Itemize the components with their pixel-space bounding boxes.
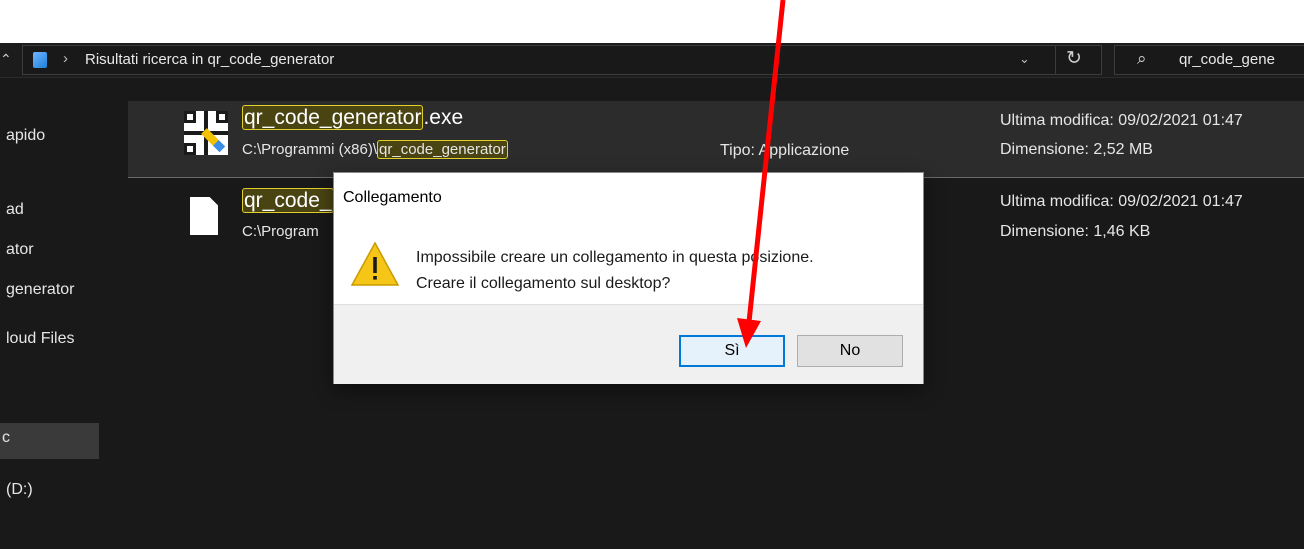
document-icon (190, 197, 218, 235)
up-arrow-icon[interactable]: ⌃ (0, 51, 12, 68)
sidebar-item-download[interactable]: ad (6, 201, 24, 219)
file-name[interactable]: qr_code_ (242, 188, 334, 213)
sidebar-item-accesso-rapido[interactable]: apido (6, 127, 45, 145)
sidebar-item-qr-code-generator-2[interactable]: generator (6, 281, 75, 299)
search-highlight: qr_code_ (242, 188, 334, 213)
shortcut-dialog: Collegamento Impossibile creare un colle… (333, 172, 924, 384)
navigation-pane: apido ad ator generator loud Files c (D:… (0, 77, 100, 549)
qr-finder-pattern (184, 111, 196, 123)
search-box[interactable]: ⌕ qr_code_gene (1114, 45, 1304, 75)
file-modified: Ultima modifica: 09/02/2021 01:47 (1000, 112, 1243, 129)
file-path: C:\Programmi (x86)\ qr_code_generator (242, 140, 508, 159)
file-path: C:\Program (242, 223, 319, 240)
dialog-title: Collegamento (343, 189, 442, 206)
file-size: Dimensione: 2,52 MB (1000, 141, 1153, 158)
file-type: Tipo: Applicazione (720, 142, 850, 159)
search-icon: ⌕ (1137, 49, 1147, 68)
qr-code-app-icon (184, 111, 228, 155)
sidebar-item-selected-label: c (2, 429, 10, 446)
refresh-icon[interactable]: ↻ (1066, 47, 1082, 70)
qr-finder-pattern (216, 111, 228, 123)
sidebar-item-qr-code-generator-1[interactable]: ator (6, 241, 34, 259)
folder-icon (33, 52, 47, 68)
sidebar-item-selected[interactable] (0, 423, 99, 459)
search-highlight: qr_code_generator (242, 105, 424, 130)
breadcrumb-separator-icon[interactable]: › (63, 50, 68, 67)
dialog-message-line-2: Creare il collegamento sul desktop? (416, 275, 671, 292)
search-highlight: qr_code_generator (377, 140, 508, 159)
address-bar: ⌃ › Risultati ricerca in qr_code_generat… (0, 43, 1304, 78)
pencil-icon (201, 128, 226, 153)
list-item[interactable]: qr_code_generator.exe C:\Programmi (x86)… (128, 101, 1304, 178)
chevron-down-icon[interactable]: ⌄ (1019, 51, 1030, 67)
sidebar-item-drive-d[interactable]: (D:) (6, 481, 33, 499)
no-button[interactable]: No (797, 335, 903, 367)
dialog-message-line-1: Impossibile creare un collegamento in qu… (416, 249, 814, 266)
yes-button[interactable]: Sì (679, 335, 785, 367)
dialog-button-bar: Sì No (334, 304, 923, 384)
qr-finder-pattern (184, 143, 196, 155)
file-modified: Ultima modifica: 09/02/2021 01:47 (1000, 193, 1243, 210)
divider (1055, 46, 1056, 74)
address-path-box[interactable]: › Risultati ricerca in qr_code_generator… (22, 45, 1102, 75)
search-input[interactable]: qr_code_gene (1179, 51, 1275, 68)
sidebar-item-cloud-files[interactable]: loud Files (6, 330, 74, 348)
warning-icon (350, 241, 400, 286)
file-path-prefix: C:\Programmi (x86)\ (242, 141, 378, 158)
file-size: Dimensione: 1,46 KB (1000, 223, 1151, 240)
breadcrumb[interactable]: Risultati ricerca in qr_code_generator (85, 51, 334, 68)
file-extension: .exe (423, 106, 464, 129)
file-name[interactable]: qr_code_generator.exe (242, 105, 464, 130)
